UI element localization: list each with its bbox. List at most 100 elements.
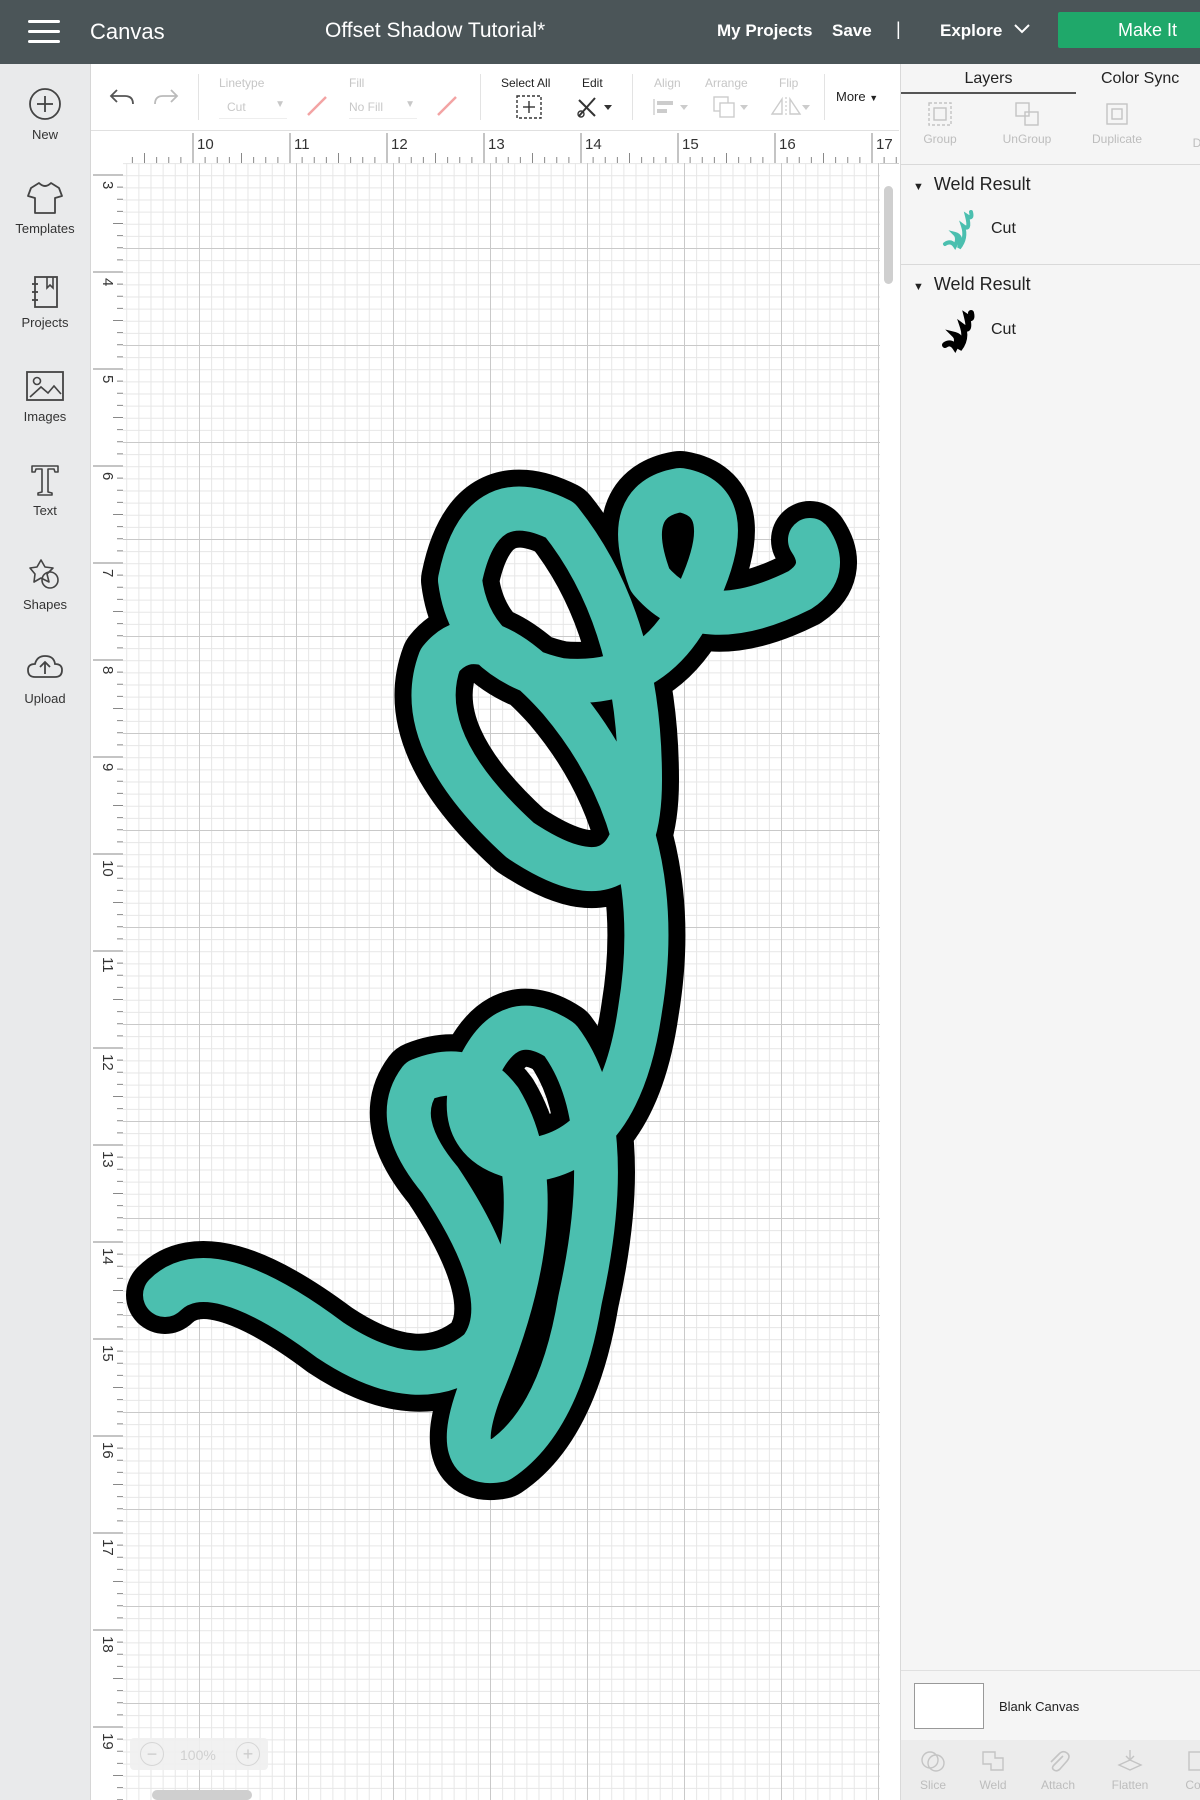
attach-button[interactable]: Attach	[1035, 1748, 1081, 1792]
align-icon[interactable]	[651, 96, 691, 118]
tab-color-sync[interactable]: Color Sync	[1101, 64, 1179, 94]
blank-canvas-swatch[interactable]	[914, 1683, 984, 1729]
sidebar-item-images[interactable]: Images	[0, 368, 90, 424]
toolbar-divider	[824, 74, 825, 120]
ruler-label: 16	[779, 136, 796, 153]
arrange-icon[interactable]	[711, 94, 751, 120]
fill-label: Fill	[349, 76, 365, 90]
layer-group-2[interactable]: ▼ Weld Result	[913, 274, 1031, 295]
sidebar-item-label: Templates	[15, 221, 75, 236]
edit-toolbar: Linetype Cut ▼ Fill No Fill ▼ Select All…	[91, 64, 899, 131]
linetype-value: Cut	[227, 100, 246, 114]
make-it-button[interactable]: Make It	[1058, 12, 1200, 48]
linetype-select[interactable]: Cut ▼	[219, 96, 287, 119]
edit-tools-icon[interactable]	[575, 94, 615, 120]
contour-label: Co	[1185, 1778, 1200, 1792]
ruler-label: 11	[99, 957, 116, 973]
ruler-label: 4	[99, 278, 116, 286]
blank-canvas-row[interactable]: Blank Canvas	[901, 1670, 1200, 1741]
more-label: More	[836, 89, 866, 104]
linetype-color-swatch[interactable]	[305, 94, 329, 118]
toolbar-divider	[632, 74, 633, 120]
ungroup-button[interactable]: UnGroup	[997, 100, 1057, 146]
zoom-level: 100%	[180, 1747, 216, 1763]
attach-label: Attach	[1040, 1778, 1076, 1792]
sidebar-item-shapes[interactable]: Shapes	[0, 556, 90, 612]
zoom-out-button[interactable]: −	[140, 1742, 164, 1766]
layer-name: Cut	[991, 321, 1016, 338]
ruler-label: 10	[197, 136, 214, 153]
ruler-label: 15	[682, 136, 699, 153]
ruler-label: 10	[99, 860, 116, 877]
chevron-down-icon[interactable]	[1012, 18, 1032, 38]
weld-button[interactable]: Weld	[971, 1748, 1015, 1792]
contour-button-partial[interactable]: Co	[1185, 1748, 1200, 1792]
save-button[interactable]: Save	[832, 21, 872, 41]
undo-icon[interactable]	[109, 86, 135, 108]
weld-label: Weld	[979, 1778, 1007, 1792]
dropdown-arrow-icon: ▼	[405, 99, 415, 110]
image-icon	[26, 371, 64, 401]
flatten-button[interactable]: Flatten	[1107, 1748, 1153, 1792]
sidebar-item-label: Shapes	[22, 597, 68, 612]
flatten-label: Flatten	[1111, 1778, 1149, 1792]
project-title[interactable]: Offset Shadow Tutorial*	[325, 19, 545, 43]
cloud-upload-icon	[27, 655, 63, 678]
tab-layers[interactable]: Layers	[901, 64, 1076, 94]
fill-select[interactable]: No Fill ▼	[349, 96, 417, 119]
left-sidebar: New Templates Projects Images Text Shape…	[0, 64, 91, 1800]
ruler-label: 11	[294, 136, 310, 153]
sidebar-item-templates[interactable]: Templates	[0, 180, 90, 236]
layer-group-1[interactable]: ▼ Weld Result	[913, 174, 1031, 195]
duplicate-icon	[1106, 103, 1128, 125]
bottom-layer-tools: Slice Weld Attach Flatten Co	[901, 1740, 1200, 1800]
blank-canvas-label: Blank Canvas	[999, 1699, 1080, 1714]
my-projects-link[interactable]: My Projects	[717, 21, 812, 41]
vertical-scrollbar[interactable]	[884, 186, 893, 284]
more-button[interactable]: More ▼	[836, 89, 878, 104]
ruler-label: 13	[488, 136, 505, 153]
design-canvas[interactable]	[123, 163, 880, 1800]
group-button[interactable]: Group	[915, 100, 965, 146]
ruler-label: 14	[99, 1248, 116, 1265]
sidebar-item-upload[interactable]: Upload	[0, 650, 90, 706]
ruler-vertical: 3 4 5 6 7 8 9 10 11 12 13 14 15 16 17 18 19	[91, 163, 124, 1800]
sidebar-item-text[interactable]: Text	[0, 462, 90, 518]
ruler-label: 17	[99, 1539, 116, 1556]
group-label: Group	[923, 132, 957, 146]
sidebar-item-new[interactable]: New	[0, 86, 90, 142]
tshirt-icon	[27, 182, 63, 214]
delete-button-partial[interactable]: D	[1187, 136, 1200, 150]
hamburger-menu-icon[interactable]	[28, 20, 60, 44]
hello-script-artwork[interactable]	[123, 163, 880, 1800]
slice-button[interactable]: Slice	[911, 1748, 955, 1792]
layer-name: Cut	[991, 220, 1016, 237]
zoom-control: − 100% +	[130, 1738, 268, 1770]
edit-label: Edit	[582, 76, 603, 90]
sidebar-item-projects[interactable]: Projects	[0, 274, 90, 330]
caret-down-icon: ▼	[913, 281, 924, 293]
ungroup-label: UnGroup	[1002, 132, 1052, 146]
hello-teal-thumbnail	[943, 210, 974, 250]
ruler-label: 19	[99, 1733, 116, 1750]
plus-circle-icon	[29, 88, 61, 120]
zoom-in-button[interactable]: +	[236, 1742, 260, 1766]
flip-label: Flip	[779, 76, 799, 90]
horizontal-scrollbar[interactable]	[152, 1790, 252, 1800]
ruler-label: 3	[99, 181, 116, 189]
ruler-label: 17	[876, 136, 893, 153]
ruler-label: 12	[391, 136, 408, 153]
align-label: Align	[654, 76, 681, 90]
explore-button[interactable]: Explore	[940, 21, 1002, 41]
flip-icon[interactable]	[769, 94, 811, 120]
sidebar-item-label: Text	[33, 503, 57, 518]
toolbar-divider	[198, 74, 199, 120]
fill-color-swatch[interactable]	[435, 94, 459, 118]
select-all-icon[interactable]	[515, 94, 543, 120]
duplicate-button[interactable]: Duplicate	[1085, 100, 1149, 146]
ruler-label: 18	[99, 1636, 116, 1653]
panel-divider	[901, 164, 1200, 165]
linetype-label: Linetype	[219, 76, 265, 90]
hello-black-thumbnail	[942, 310, 975, 353]
redo-icon[interactable]	[153, 86, 179, 108]
